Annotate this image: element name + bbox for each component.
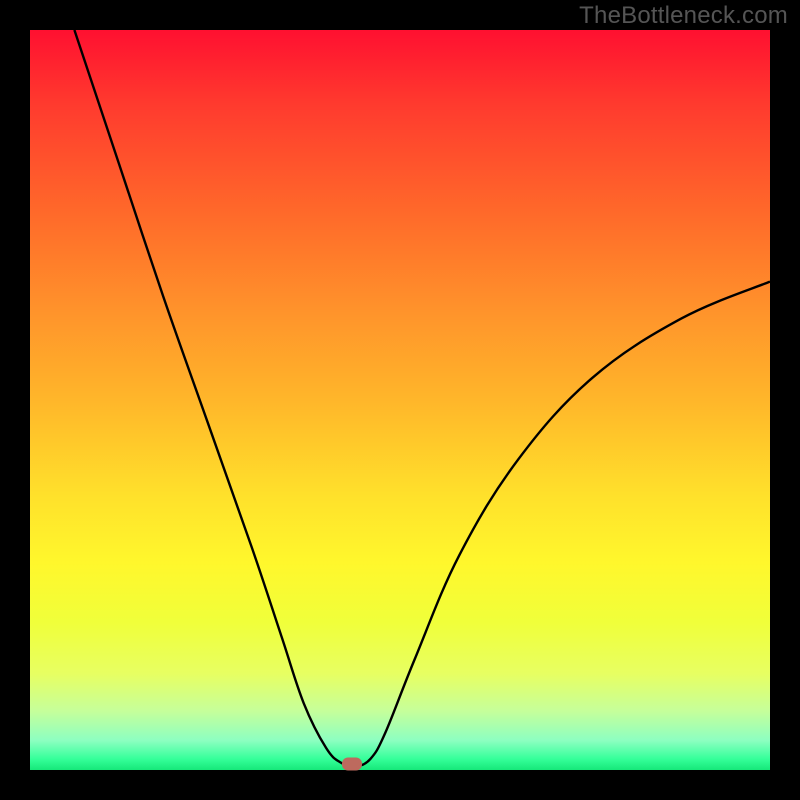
curve-svg <box>30 30 770 770</box>
watermark-text: TheBottleneck.com <box>579 2 788 30</box>
min-marker <box>342 758 362 771</box>
chart-plot-area <box>30 30 770 770</box>
bottleneck-curve <box>74 30 770 766</box>
